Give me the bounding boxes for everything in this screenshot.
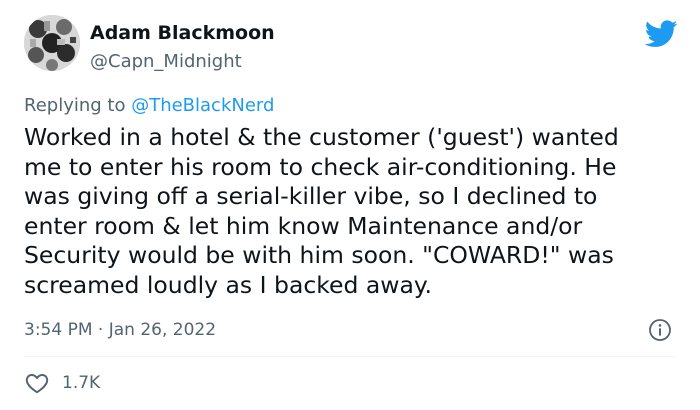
replying-to-mention[interactable]: @TheBlackNerd bbox=[131, 95, 274, 116]
info-icon[interactable] bbox=[648, 318, 672, 342]
twitter-bird-icon bbox=[645, 20, 678, 47]
heart-icon bbox=[25, 374, 49, 394]
like-count: 1.7K bbox=[62, 373, 101, 393]
like-button[interactable]: 1.7K bbox=[24, 370, 100, 396]
tweet-timestamp[interactable]: 3:54 PM · Jan 26, 2022 bbox=[24, 320, 216, 340]
author-handle[interactable]: @Capn_Midnight bbox=[90, 51, 242, 72]
avatar[interactable] bbox=[24, 15, 80, 71]
tweet-text: Worked in a hotel & the customer ('guest… bbox=[24, 123, 619, 299]
author-name[interactable]: Adam Blackmoon bbox=[90, 22, 275, 44]
replying-prefix: Replying to bbox=[24, 95, 132, 116]
replying-to: Replying to @TheBlackNerd bbox=[24, 95, 274, 116]
divider bbox=[24, 356, 676, 357]
